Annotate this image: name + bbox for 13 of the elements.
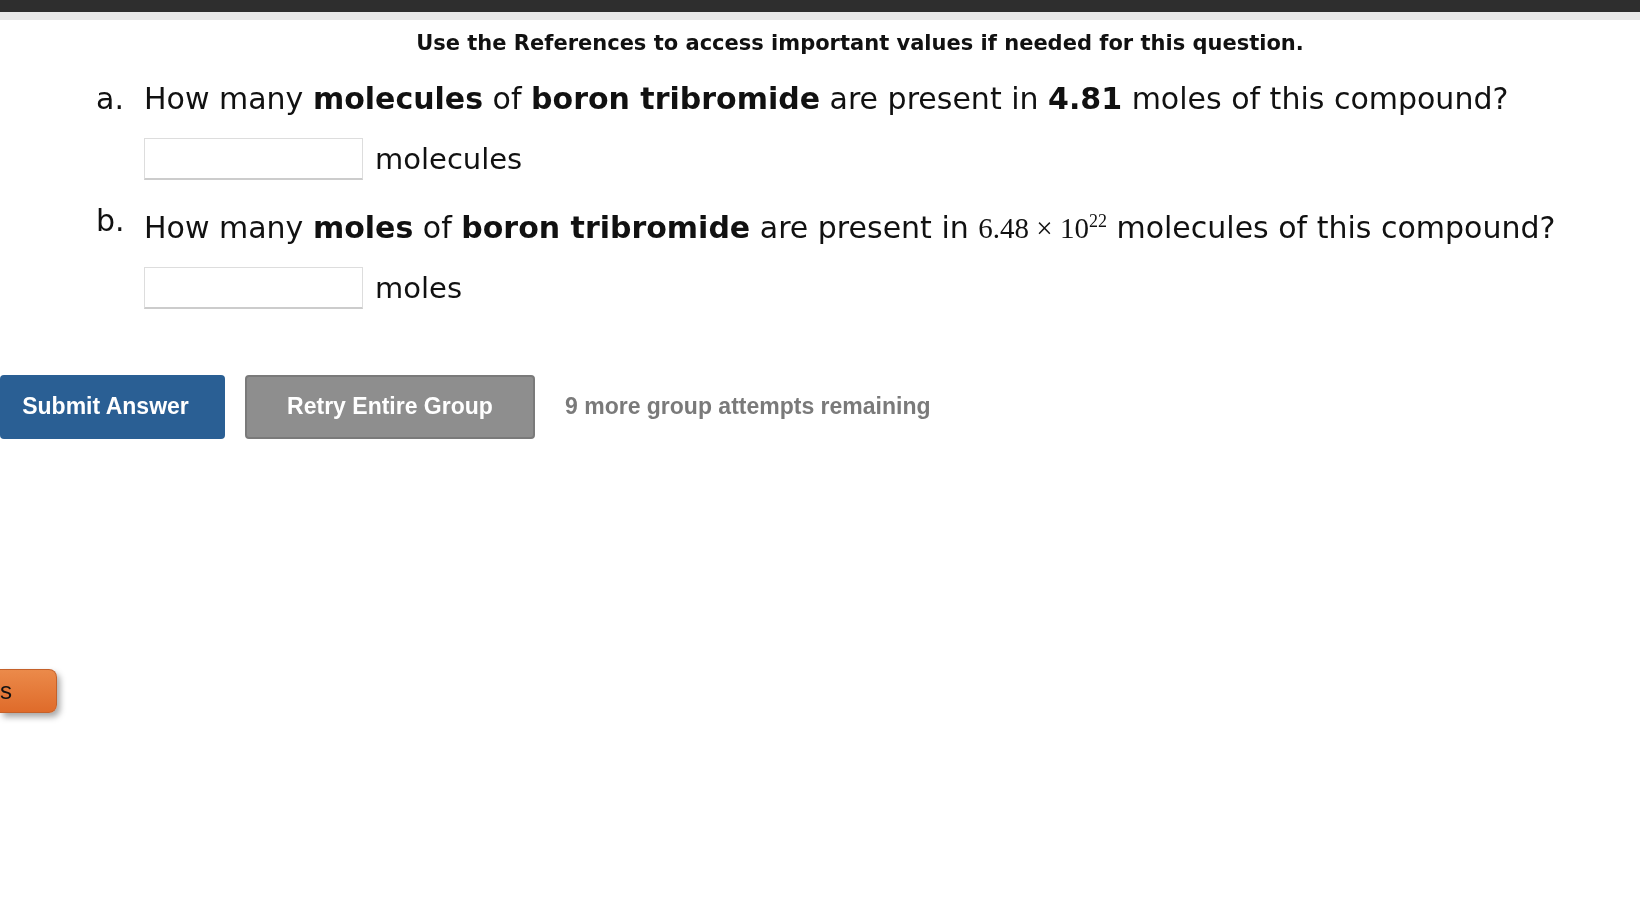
retry-group-button[interactable]: Retry Entire Group [245, 374, 535, 439]
question-label: a. [96, 80, 125, 118]
side-button[interactable]: s [0, 668, 57, 713]
unit-label: molecules [375, 142, 523, 176]
question-label: b. [96, 202, 126, 240]
answer-field[interactable] [144, 138, 363, 180]
unit-label: moles [375, 270, 462, 305]
question-text: How many moles of boron tribromide are present in 6.48 × 10$^{22}$ molecules of this compound? [144, 208, 1556, 247]
submit-answer-button[interactable]: Submit Answer [0, 374, 225, 439]
question-text: How many molecules of boron tribromide are present in 4.81 moles of this compound? [144, 80, 1509, 118]
instruction-text: Use the References to access important values if needed for this question. [415, 30, 1305, 56]
attempts-remaining-text: 9 more group attempts remaining [565, 393, 931, 421]
answer-field[interactable] [144, 266, 363, 309]
